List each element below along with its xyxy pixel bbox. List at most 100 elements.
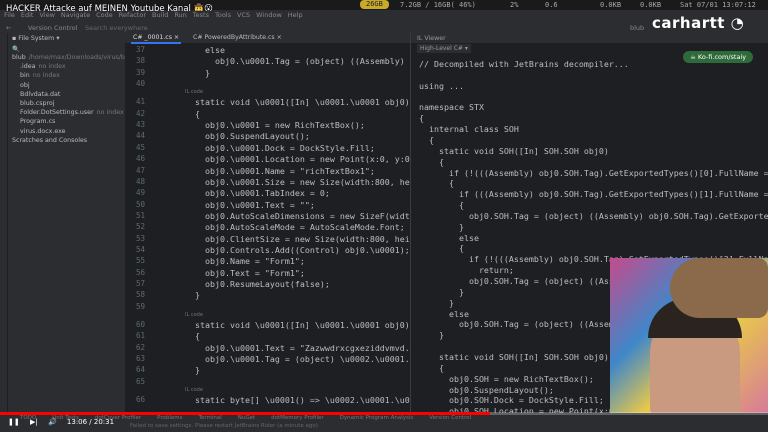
tree-item-label: Folder.DotSettings.user (20, 109, 94, 117)
pause-icon[interactable]: ❚❚ (8, 418, 20, 426)
tree-item-label: Program.cs (20, 118, 56, 126)
tree-item[interactable]: obj (8, 81, 125, 90)
il-code-line: obj0.SOH.Tag = (object) ((Assembly (419, 276, 639, 286)
search-icon[interactable]: 🔍 (8, 43, 125, 53)
solution-selector[interactable]: blub (630, 24, 644, 32)
tool-window-dotmemory-profiler[interactable]: dotMemory Profiler (271, 415, 324, 421)
tree-item[interactable]: Program.cs (8, 117, 125, 126)
menu-vcs[interactable]: VCS (237, 11, 250, 19)
il-code-line: { (419, 134, 434, 145)
kofi-badge[interactable]: ☕ Ko-fi.com/staiy (683, 51, 754, 63)
il-code-hint[interactable]: IL code (185, 387, 203, 393)
tree-item[interactable]: Folder.DotSettings.user no index (8, 108, 125, 117)
tool-window-terminal[interactable]: Terminal (199, 415, 222, 421)
il-code-hint[interactable]: IL code (185, 89, 203, 95)
volume-icon[interactable]: 🔊 (48, 418, 57, 426)
line-number: 39 (135, 67, 145, 77)
line-number: 50 (135, 199, 145, 209)
tree-item[interactable]: virus.docx.exe (8, 127, 125, 136)
il-code-line: obj0.SuspendLayout(); (419, 384, 554, 395)
video-progress-bar[interactable] (0, 412, 768, 415)
project-header[interactable]: ▪ File System ▾ (8, 33, 125, 43)
carhartt-logo: carhartt ◔ (652, 14, 745, 32)
menu-tests[interactable]: Tests (193, 11, 209, 19)
cpu-usage: 2% (510, 1, 519, 9)
tab-poweredbyattribute-cs[interactable]: C# PoweredByAttribute.cs × (191, 33, 284, 42)
code-line: } (185, 290, 200, 301)
tool-window-problems[interactable]: Problems (157, 415, 182, 421)
editor-tabs: C# _0001.cs × C# PoweredByAttribute.cs × (125, 33, 410, 44)
menu-help[interactable]: Help (288, 11, 303, 19)
back-icon[interactable]: ← (6, 24, 11, 32)
code-editor[interactable]: C# _0001.cs × C# PoweredByAttribute.cs ×… (125, 33, 460, 413)
menu-window[interactable]: Window (256, 11, 282, 19)
tree-item[interactable]: bin no index (8, 71, 125, 80)
time-display: 13:06 / 20:31 (66, 418, 115, 426)
il-code-line: obj0.SOH.Dock = DockStyle.Fill; (419, 395, 604, 406)
line-number: 56 (135, 267, 145, 277)
tree-item[interactable]: Bdlvdata.dat (8, 90, 125, 99)
il-code-line: if (((Assembly) obj0.SOH.Tag).GetExporte… (419, 189, 768, 200)
tool-window-nuget[interactable]: NuGet (238, 415, 255, 421)
line-number: 64 (135, 365, 145, 375)
il-code-hint[interactable]: IL code (185, 312, 203, 318)
progress-fill (0, 412, 490, 415)
line-number: 52 (135, 222, 145, 232)
il-code-line: obj0.SOH.Tag = (object) ((Assembly) obj0… (419, 210, 768, 221)
tree-item[interactable]: Scratches and Consoles (8, 136, 125, 145)
tree-item[interactable]: .idea no index (8, 62, 125, 71)
line-number: 61 (135, 331, 145, 341)
tool-window-version-control[interactable]: Version Control (429, 415, 471, 421)
il-code-line: } (419, 221, 464, 232)
il-code-line: { (419, 156, 444, 167)
menu-build[interactable]: Build (152, 11, 168, 19)
ram-badge: 26GB (360, 0, 389, 9)
menu-refactor[interactable]: Refactor (119, 11, 146, 19)
code-line: } (185, 365, 200, 376)
line-number: 47 (135, 165, 145, 175)
menu-view[interactable]: View (39, 11, 54, 19)
version-control-button[interactable]: Version Control (28, 24, 77, 32)
menu-file[interactable]: File (4, 11, 15, 19)
code-line: static byte[] \u0001() => \u0002.\u0001.… (185, 395, 445, 406)
tree-item-label: blub.csproj (20, 99, 55, 107)
line-number: 44 (135, 131, 145, 141)
memory-usage: 7.2GB / 16GB( 46%) (400, 1, 476, 9)
tree-item-label: virus.docx.exe (20, 127, 66, 135)
menu-tools[interactable]: Tools (215, 11, 231, 19)
line-number: 63 (135, 354, 145, 364)
menu-run[interactable]: Run (174, 11, 186, 19)
tree-item-note: no index (38, 63, 66, 71)
code-line: obj0.SuspendLayout(); (185, 131, 310, 142)
code-line: obj0.\u0001.Name = "richTextBox1"; (185, 165, 375, 176)
code-line: static void \u0001([In] \u0001.\u0001 ob… (185, 97, 410, 108)
tree-item[interactable]: blub.csproj (8, 99, 125, 108)
search-everywhere[interactable]: Search everywhere (85, 24, 148, 32)
line-number: 38 (135, 56, 145, 66)
line-number: 58 (135, 290, 145, 300)
line-number: 46 (135, 154, 145, 164)
menu-navigate[interactable]: Navigate (61, 11, 90, 19)
decompile-mode-dropdown[interactable]: High-Level C# ▾ (417, 44, 471, 53)
code-line: obj0.\u0001.TabIndex = 0; (185, 188, 330, 199)
tree-item[interactable]: blub/home/max/Downloads/virus/blub (8, 53, 125, 62)
tree-item-label: .idea (20, 63, 36, 71)
load-avg: 0.6 (545, 1, 558, 9)
line-number: 40 (135, 79, 145, 89)
cat (670, 258, 768, 318)
menu-code[interactable]: Code (96, 11, 113, 19)
code-line: obj0.ResumeLayout(false); (185, 279, 330, 289)
tool-window-dynamic-program-analysis[interactable]: Dynamic Program Analysis (340, 415, 414, 421)
next-icon[interactable]: ▶| (30, 418, 38, 426)
line-number: 60 (135, 320, 145, 330)
tree-item-label: blub (12, 54, 26, 61)
il-code-line: obj0.SOH = new RichTextBox(); (419, 373, 594, 384)
menu-edit[interactable]: Edit (21, 11, 34, 19)
il-code-line: else (419, 308, 469, 319)
tree-item-label: obj (20, 81, 30, 89)
il-viewer-title: IL Viewer (411, 33, 768, 43)
il-code-line: if (!(((Assembly) obj0.SOH.Tag).GetExpor… (419, 167, 768, 178)
net-up: 0.0KB (640, 1, 662, 9)
datetime: Sat 07/01 13:07:12 (680, 1, 756, 9)
project-view-selector[interactable]: File System (18, 35, 54, 42)
